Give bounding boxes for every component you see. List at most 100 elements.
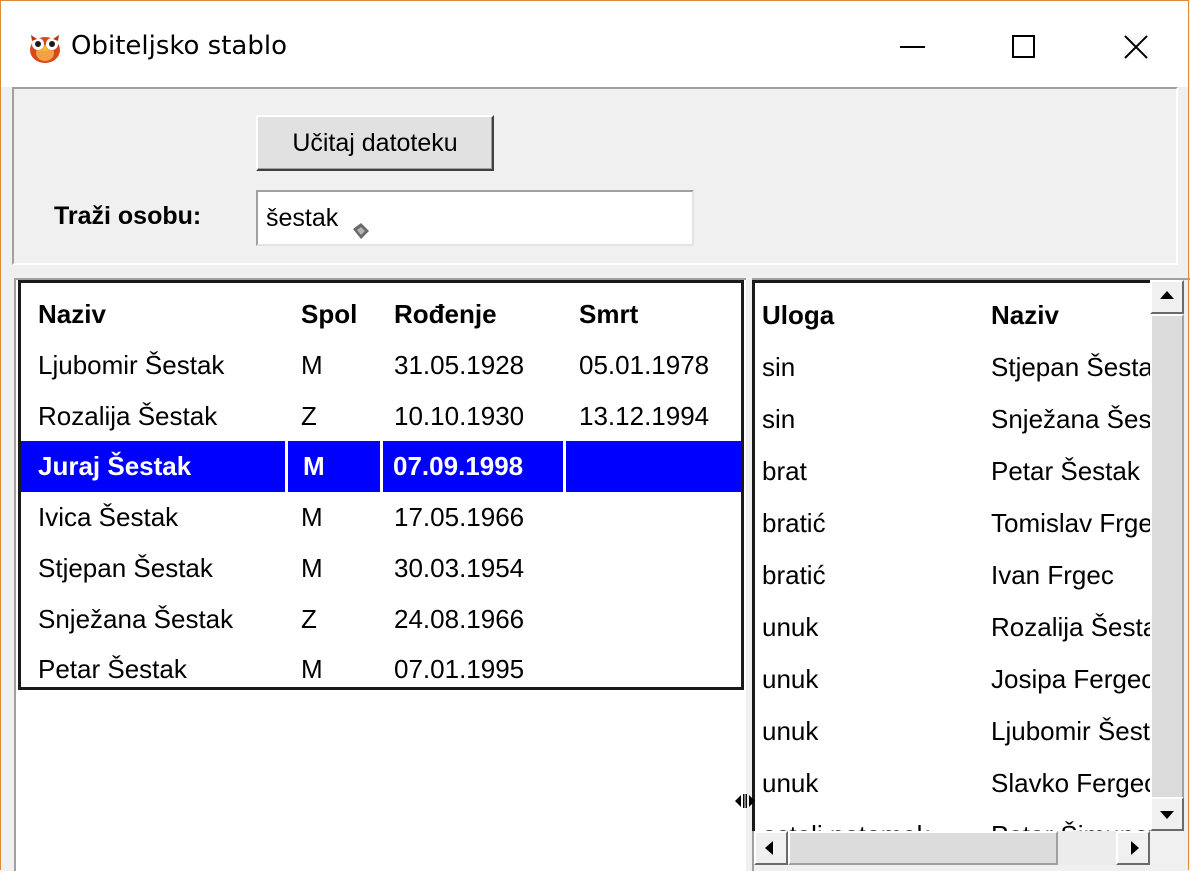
arrow-up-icon — [1160, 291, 1174, 299]
cell-smrt: 13.12.1994 — [579, 401, 710, 431]
text-cursor-icon — [353, 223, 369, 239]
cell-divider — [563, 441, 566, 492]
cell-uloga: unuk — [762, 664, 819, 694]
table-row[interactable]: Ivica Šestak M 17.05.1966 — [21, 492, 741, 543]
table-row[interactable]: bratić Ivan Frgec — [755, 549, 1150, 601]
minimize-button[interactable] — [856, 1, 968, 87]
horizontal-scrollbar[interactable] — [754, 831, 1150, 865]
resize-cursor-icon — [735, 794, 755, 808]
cell-naziv: Juraj Šestak — [38, 451, 192, 481]
cell-rodenje: 31.05.1928 — [394, 350, 525, 380]
cell-naziv: Petar Šestak — [38, 654, 187, 684]
close-icon — [1124, 35, 1148, 59]
cell-uloga: ostali potomak — [762, 809, 987, 831]
cell-divider — [285, 441, 288, 492]
table-row[interactable]: Snježana Šestak Z 24.08.1966 — [21, 594, 741, 645]
title-bar: Obiteljsko stablo — [1, 1, 1188, 87]
table-row[interactable]: Ljubomir Šestak M 31.05.1928 05.01.1978 — [21, 340, 741, 391]
table-row[interactable]: bratić Tomislav Frgec — [755, 497, 1150, 549]
vertical-scroll-thumb[interactable] — [1150, 314, 1184, 807]
table-row[interactable]: ostali potomak Petar Šimunović — [755, 809, 1150, 831]
col-header-rodenje[interactable]: Rođenje — [394, 289, 574, 340]
cell-spol: M — [301, 654, 323, 684]
col-header-smrt[interactable]: Smrt — [579, 289, 744, 340]
arrow-left-icon — [765, 841, 773, 855]
cell-smrt: 05.01.1978 — [579, 350, 710, 380]
cell-smrt — [579, 492, 744, 543]
cell-spol: M — [301, 502, 323, 532]
table-row[interactable]: unuk Slavko Fergec — [755, 757, 1150, 809]
cell-naziv: Ljubomir Šestak — [991, 716, 1150, 746]
cell-uloga: unuk — [762, 612, 819, 642]
cell-smrt — [579, 594, 744, 645]
cell-naziv: Rozalija Šestak — [38, 401, 218, 431]
arrow-right-icon — [1131, 841, 1139, 855]
cell-spol: M — [303, 451, 325, 481]
maximize-button[interactable] — [968, 1, 1080, 87]
table-row[interactable]: Stjepan Šestak M 30.03.1954 — [21, 543, 741, 594]
close-button[interactable] — [1080, 1, 1190, 87]
owl-icon — [30, 35, 60, 63]
cell-naziv: Tomislav Frgec — [991, 508, 1150, 538]
cell-smrt — [579, 441, 744, 492]
vertical-scrollbar[interactable] — [1150, 280, 1184, 831]
cell-naziv: Ljubomir Šestak — [38, 350, 225, 380]
cell-uloga: bratić — [762, 560, 826, 590]
col-header-naziv[interactable]: Naziv — [991, 289, 1150, 341]
cell-naziv: Stjepan Šestak — [991, 352, 1150, 382]
cell-spol: M — [301, 553, 323, 583]
cell-spol: Z — [301, 604, 317, 634]
table-row[interactable]: sin Stjepan Šestak — [755, 341, 1150, 393]
cell-uloga: brat — [762, 456, 807, 486]
window-title: Obiteljsko stablo — [71, 31, 287, 61]
cell-uloga: sin — [762, 404, 796, 434]
scroll-right-button[interactable] — [1116, 831, 1150, 865]
cell-naziv: Petar Šimunović — [991, 809, 1150, 831]
cell-naziv: Rozalija Šestak — [991, 612, 1150, 642]
cell-naziv: Ivan Frgec — [991, 560, 1114, 590]
relations-header: Uloga Naziv — [755, 289, 1150, 341]
scroll-left-button[interactable] — [754, 831, 788, 865]
cell-spol: Z — [301, 401, 317, 431]
minimize-icon — [900, 46, 925, 48]
load-file-button[interactable]: Učitaj datoteku — [256, 115, 494, 171]
cell-spol: M — [301, 350, 323, 380]
cell-naziv: Petar Šestak — [991, 456, 1140, 486]
table-row[interactable]: unuk Ljubomir Šestak — [755, 705, 1150, 757]
scroll-up-button[interactable] — [1150, 280, 1184, 314]
table-row[interactable]: Petar Šestak M 07.01.1995 — [21, 644, 741, 695]
arrow-down-icon — [1160, 811, 1174, 819]
table-row[interactable]: brat Petar Šestak — [755, 445, 1150, 497]
relations-table: Uloga Naziv sin Stjepan Šestak sin Snjež… — [752, 280, 1150, 831]
col-header-naziv[interactable]: Naziv — [38, 289, 298, 340]
cell-uloga: bratić — [762, 508, 826, 538]
cell-naziv: Josipa Fergec — [991, 664, 1150, 694]
cell-uloga: sin — [762, 352, 796, 382]
cell-naziv: Ivica Šestak — [38, 502, 179, 532]
persons-header: Naziv Spol Rođenje Smrt — [21, 289, 741, 340]
persons-table: Naziv Spol Rođenje Smrt Ljubomir Šestak … — [18, 280, 744, 690]
table-row[interactable]: Rozalija Šestak Z 10.10.1930 13.12.1994 — [21, 391, 741, 442]
scroll-down-button[interactable] — [1150, 797, 1184, 831]
table-row-selected[interactable]: Juraj Šestak M 07.09.1998 — [21, 441, 741, 492]
col-header-spol[interactable]: Spol — [301, 289, 371, 340]
maximize-icon — [1012, 35, 1035, 58]
col-header-uloga[interactable]: Uloga — [762, 289, 987, 341]
cell-divider — [380, 441, 383, 492]
cell-rodenje: 10.10.1930 — [394, 401, 525, 431]
cell-smrt — [579, 543, 744, 594]
table-row[interactable]: sin Snježana Šestak — [755, 393, 1150, 445]
horizontal-scroll-thumb[interactable] — [788, 831, 1058, 865]
table-row[interactable]: unuk Josipa Fergec — [755, 653, 1150, 705]
cell-rodenje: 24.08.1966 — [394, 604, 525, 634]
cell-uloga: unuk — [762, 716, 819, 746]
search-input[interactable] — [256, 190, 694, 246]
cell-rodenje: 07.01.1995 — [394, 654, 525, 684]
cell-naziv: Snježana Šestak — [991, 404, 1150, 434]
table-row[interactable]: unuk Rozalija Šestak — [755, 601, 1150, 653]
cell-uloga: unuk — [762, 768, 819, 798]
cell-naziv: Slavko Fergec — [991, 768, 1150, 798]
search-label: Traži osobu: — [54, 202, 202, 230]
cell-naziv: Stjepan Šestak — [38, 553, 213, 583]
cell-rodenje: 17.05.1966 — [394, 502, 525, 532]
